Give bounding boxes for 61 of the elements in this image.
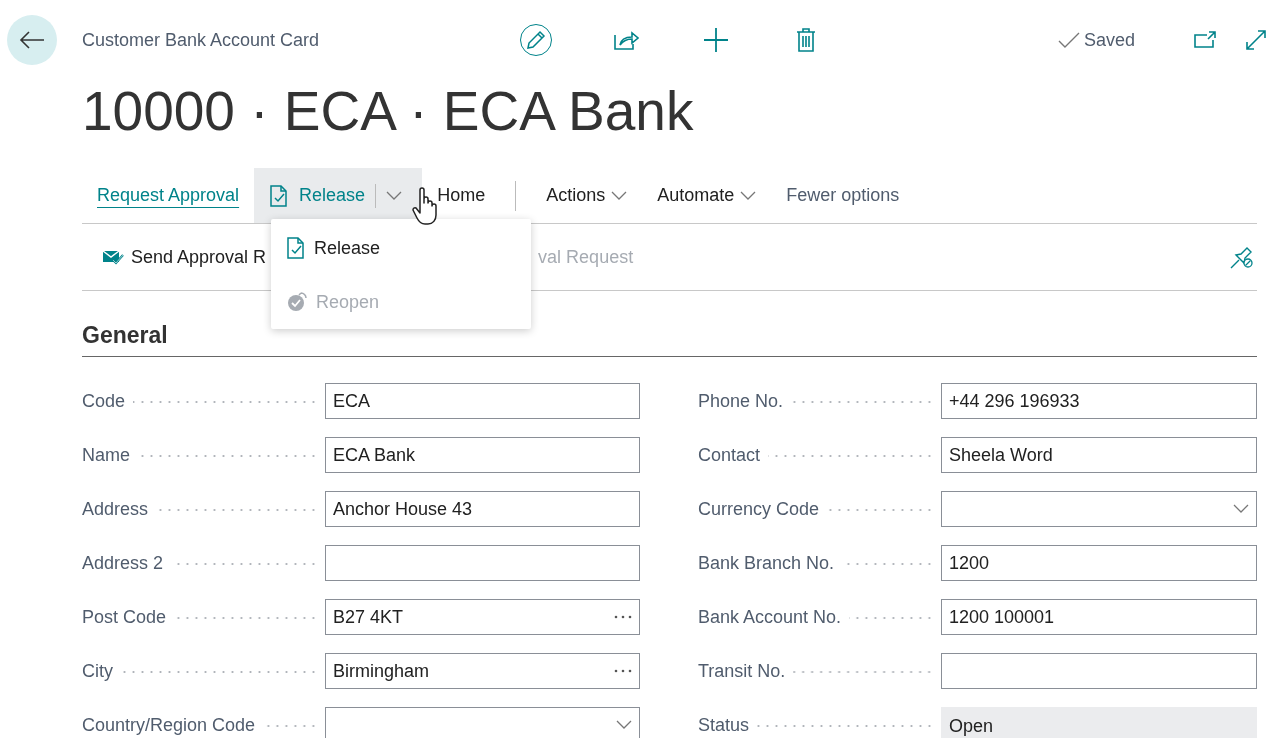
envelope-check-icon bbox=[102, 248, 124, 266]
field-label: Name bbox=[82, 444, 130, 466]
document-check-icon bbox=[286, 237, 306, 259]
input-field[interactable]: Birmingham bbox=[325, 653, 640, 689]
document-check-icon bbox=[269, 184, 290, 207]
expand-icon bbox=[1245, 29, 1267, 51]
menu-tab[interactable]: Automate bbox=[642, 168, 772, 223]
dropdown-field[interactable] bbox=[941, 491, 1257, 527]
action-button[interactable]: Send Approval R bbox=[102, 246, 267, 268]
back-button[interactable] bbox=[7, 15, 57, 65]
field-label: Transit No. bbox=[698, 660, 786, 682]
chevron-icon bbox=[740, 190, 757, 201]
dropdown-chevron-icon bbox=[1233, 504, 1249, 514]
menu-item[interactable]: Release bbox=[271, 231, 531, 265]
expand-button[interactable] bbox=[1245, 29, 1267, 51]
field-label: Status bbox=[698, 714, 750, 736]
input-field[interactable]: ECA Bank bbox=[325, 437, 640, 473]
open-new-window-button[interactable] bbox=[1193, 30, 1217, 50]
chevron-icon bbox=[386, 190, 403, 201]
action-tab[interactable]: Home bbox=[422, 168, 501, 223]
checkmark-icon bbox=[1057, 32, 1080, 48]
back-arrow-icon bbox=[19, 30, 45, 50]
field-label: Bank Account No. bbox=[698, 606, 842, 628]
field-label: Contact bbox=[698, 444, 761, 466]
ellipsis-icon[interactable] bbox=[614, 615, 632, 619]
input-field[interactable]: ECA bbox=[325, 383, 640, 419]
input-field[interactable]: 1200 100001 bbox=[941, 599, 1257, 635]
share-icon bbox=[613, 29, 639, 51]
ellipsis-icon[interactable] bbox=[614, 669, 632, 673]
input-field[interactable]: B27 4KT bbox=[325, 599, 640, 635]
pencil-icon bbox=[524, 28, 548, 52]
input-field[interactable]: 1200 bbox=[941, 545, 1257, 581]
field-label: Phone No. bbox=[698, 390, 784, 412]
input-field[interactable] bbox=[325, 545, 640, 581]
release-split-button[interactable]: Release bbox=[254, 168, 423, 223]
field-label: Bank Branch No. bbox=[698, 552, 835, 574]
menu-tab[interactable]: Actions bbox=[531, 168, 643, 223]
field-label: Address 2 bbox=[82, 552, 164, 574]
field-label: City bbox=[82, 660, 113, 682]
field-label: Country/Region Code bbox=[82, 714, 256, 736]
fewer-options-link[interactable]: Fewer options bbox=[771, 168, 915, 223]
input-field: Open bbox=[941, 707, 1257, 738]
plus-icon bbox=[703, 27, 729, 53]
breadcrumb: Customer Bank Account Card bbox=[82, 29, 320, 51]
reopen-icon bbox=[286, 291, 308, 313]
popout-icon bbox=[1193, 30, 1217, 50]
dropdown-field[interactable] bbox=[325, 707, 640, 738]
input-field[interactable]: +44 296 196933 bbox=[941, 383, 1257, 419]
field-label: Address bbox=[82, 498, 149, 520]
action-tab[interactable]: Request Approval bbox=[82, 168, 255, 223]
field-label: Currency Code bbox=[698, 498, 820, 520]
page-title: 10000 · ECA · ECA Bank bbox=[82, 80, 695, 142]
input-field[interactable] bbox=[941, 653, 1257, 689]
chevron-icon bbox=[611, 190, 628, 201]
field-label: Post Code bbox=[82, 606, 167, 628]
dropdown-chevron-icon bbox=[616, 720, 632, 730]
trash-icon bbox=[796, 28, 816, 52]
input-field[interactable]: Anchor House 43 bbox=[325, 491, 640, 527]
save-status: Saved bbox=[1083, 29, 1135, 51]
input-field[interactable]: Sheela Word bbox=[941, 437, 1257, 473]
field-label: Code bbox=[82, 390, 126, 412]
